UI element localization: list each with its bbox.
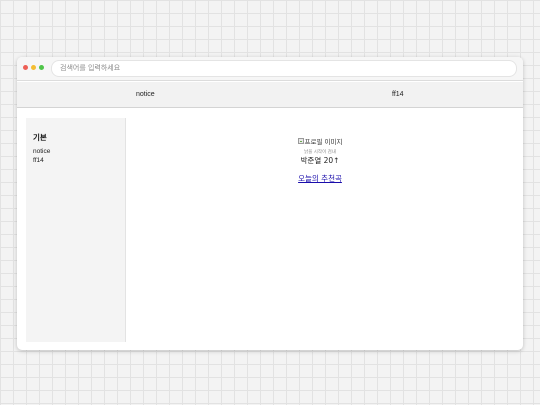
title-bar: 검색어를 입력하세요	[17, 57, 523, 81]
browser-window: 검색어를 입력하세요 notice ff14 기본 notice ff14 프로…	[17, 57, 523, 350]
sidebar-title: 기본	[33, 133, 47, 142]
sidebar-item-notice[interactable]: notice	[33, 148, 50, 155]
profile-image: 프로필 이미지	[297, 137, 343, 146]
sidebar: 기본 notice ff14	[26, 118, 126, 342]
broken-image-icon	[297, 138, 304, 144]
top-nav: notice ff14	[17, 82, 523, 108]
nav-item-notice[interactable]: notice	[136, 91, 155, 98]
profile-image-alt: 프로필 이미지	[304, 138, 343, 146]
maximize-window-button[interactable]	[39, 65, 44, 70]
nav-item-ff14[interactable]: ff14	[392, 91, 404, 98]
minimize-window-button[interactable]	[31, 65, 36, 70]
sidebar-item-ff14[interactable]: ff14	[33, 157, 44, 164]
search-input[interactable]: 검색어를 입력하세요	[51, 60, 517, 77]
profile-card: 프로필 이미지 낡을 시작이 검내 박준열 20↑ 오늘의 추천곡	[217, 129, 423, 185]
recommended-song-link[interactable]: 오늘의 추천곡	[298, 173, 342, 184]
profile-name: 박준열 20↑	[300, 156, 340, 165]
close-window-button[interactable]	[23, 65, 28, 70]
